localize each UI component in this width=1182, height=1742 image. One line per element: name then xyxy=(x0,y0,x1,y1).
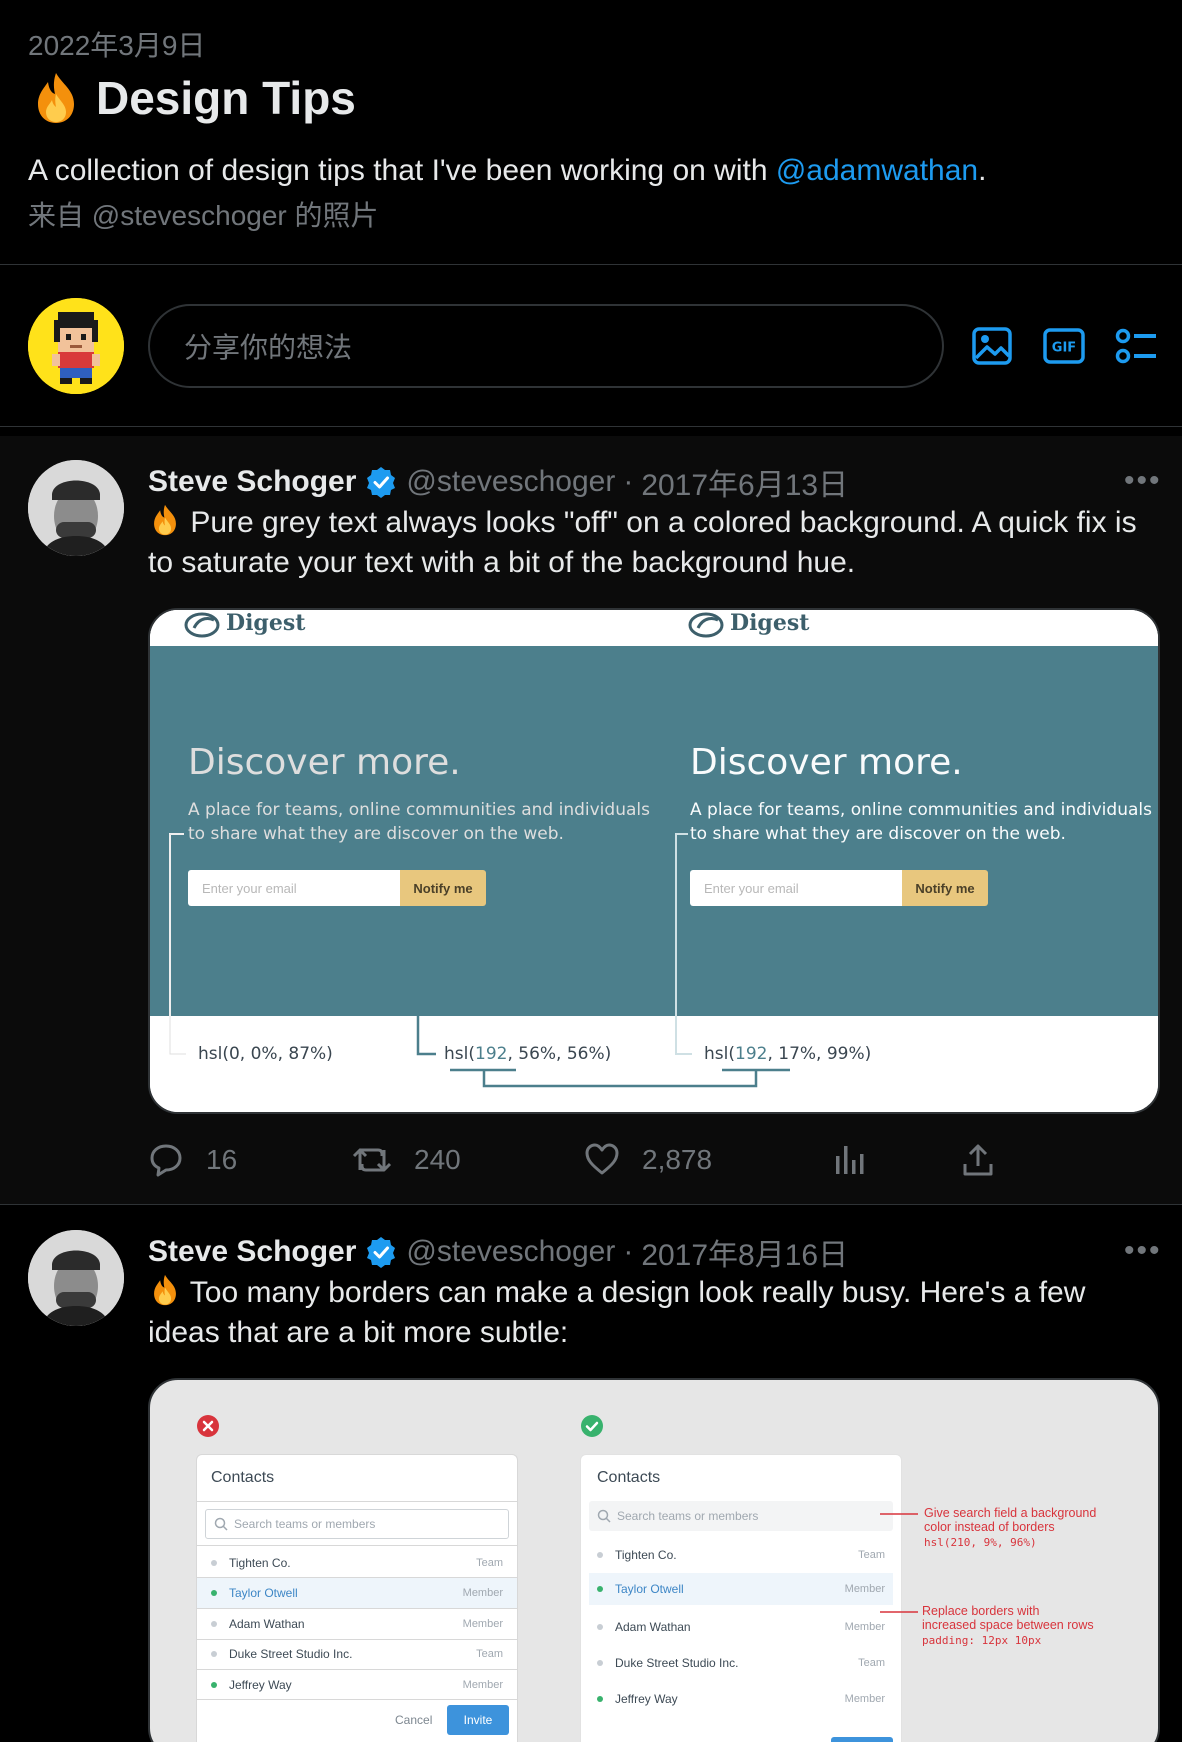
heart-icon xyxy=(585,1143,619,1175)
divider xyxy=(0,426,1182,427)
description-text: A collection of design tips that I've be… xyxy=(28,154,776,187)
reply-count: 16 xyxy=(206,1144,238,1175)
separator: · xyxy=(623,465,634,498)
annotation-rows-line1: Replace borders with xyxy=(922,1604,1040,1618)
tweet-text-content: Pure grey text always looks "off" on a c… xyxy=(148,506,1137,579)
photo-credit: 来自 @steveschoger 的照片 xyxy=(28,200,379,231)
like-count: 2,878 xyxy=(642,1144,713,1175)
divider xyxy=(0,264,1182,265)
author-name[interactable]: Steve Schoger xyxy=(148,465,356,499)
tweet-header: Steve Schoger @steveschoger · 2017年8月16日 xyxy=(148,1230,848,1274)
tweet-media-image[interactable]: Contacts Search teams or members Tighten… xyxy=(148,1378,1160,1742)
fire-icon xyxy=(154,504,176,536)
annotation-rows-code: padding: 12px 10px xyxy=(922,1634,1042,1647)
user-avatar[interactable] xyxy=(28,298,124,394)
analytics-icon[interactable] xyxy=(830,1142,866,1178)
annotation-connectors xyxy=(169,833,790,1088)
gif-icon[interactable]: GIF xyxy=(1042,324,1086,368)
tweet-text: Too many borders can make a design look … xyxy=(148,1273,1148,1353)
list-title: Design Tips xyxy=(28,70,356,126)
author-avatar[interactable] xyxy=(28,1230,124,1326)
author-handle[interactable]: @steveschoger xyxy=(406,465,615,499)
author-name[interactable]: Steve Schoger xyxy=(148,1235,356,1269)
retweet-button[interactable]: 240 xyxy=(352,1142,461,1178)
annotation-rows-line2: increased space between rows xyxy=(922,1618,1094,1632)
mention-link[interactable]: @adamwathan xyxy=(776,154,978,187)
annotation-search-line1: Give search field a background xyxy=(924,1506,1097,1520)
retweet-count: 240 xyxy=(414,1144,461,1175)
author-avatar[interactable] xyxy=(28,460,124,556)
list-date: 2022年3月9日 xyxy=(28,30,206,61)
tweet-text-line2: ideas that are a bit more subtle: xyxy=(148,1316,569,1349)
separator: · xyxy=(623,1235,634,1268)
fire-icon xyxy=(154,1274,176,1306)
tweet-text-line1: Too many borders can make a design look … xyxy=(189,1276,1086,1309)
fire-icon xyxy=(38,73,74,123)
reply-icon xyxy=(150,1144,182,1177)
more-options-icon[interactable]: ••• xyxy=(1124,1234,1162,1268)
author-photo xyxy=(28,460,124,556)
compose-input[interactable]: 分享你的想法 xyxy=(148,304,944,388)
annotation-search-code: hsl(210, 9%, 96%) xyxy=(924,1536,1037,1549)
pixel-avatar-image xyxy=(28,298,124,394)
author-handle[interactable]: @steveschoger xyxy=(406,1235,615,1269)
like-button[interactable]: 2,878 xyxy=(584,1142,712,1178)
annotation-lines xyxy=(880,1513,918,1613)
verified-badge-icon xyxy=(367,467,396,498)
image-icon[interactable] xyxy=(970,324,1014,368)
verified-badge-icon xyxy=(367,1237,396,1268)
divider xyxy=(0,1204,1182,1205)
reply-button[interactable]: 16 xyxy=(148,1142,237,1178)
description-end: . xyxy=(978,154,987,187)
svg-text:GIF: GIF xyxy=(1052,341,1076,356)
list-title-text: Design Tips xyxy=(96,72,356,124)
tweet-date[interactable]: 2017年6月13日 xyxy=(641,460,848,504)
poll-icon[interactable] xyxy=(1114,324,1158,368)
retweet-icon xyxy=(352,1148,392,1172)
more-options-icon[interactable]: ••• xyxy=(1124,464,1162,498)
tweet-date[interactable]: 2017年8月16日 xyxy=(641,1230,848,1274)
tweet-header: Steve Schoger @steveschoger · 2017年6月13日 xyxy=(148,460,848,504)
tweet-media-image[interactable]: Digest Discover more. A place for teams,… xyxy=(148,608,1160,1114)
author-photo xyxy=(28,1230,124,1326)
tweet-text: Pure grey text always looks "off" on a c… xyxy=(148,503,1148,583)
annotation-search-line2: color instead of borders xyxy=(924,1520,1055,1534)
share-icon[interactable] xyxy=(960,1142,996,1178)
list-description: A collection of design tips that I've be… xyxy=(28,154,1148,188)
